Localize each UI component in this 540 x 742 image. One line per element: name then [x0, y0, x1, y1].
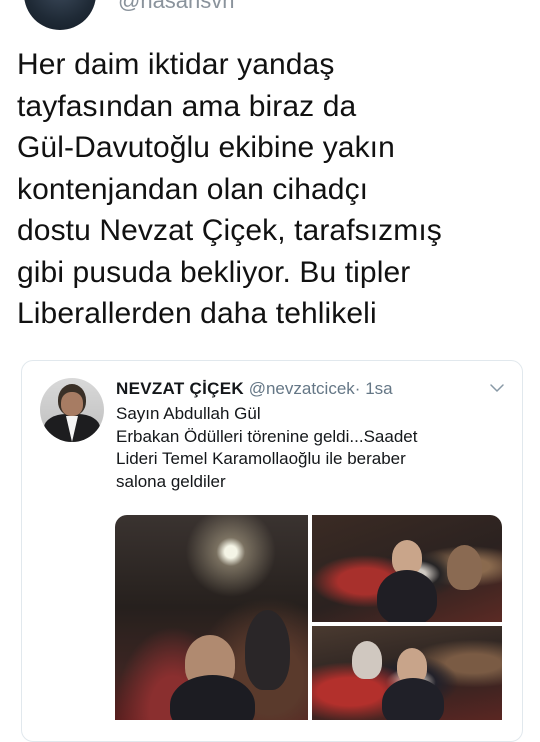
- quoted-author-avatar[interactable]: [40, 378, 104, 442]
- retweeter-avatar[interactable]: [24, 0, 96, 30]
- photo-person-body-shape: [170, 675, 255, 720]
- meta-separator: ·: [354, 379, 361, 398]
- photo-person-body-shape: [377, 570, 437, 622]
- quoted-photo-1[interactable]: [115, 515, 308, 720]
- quoted-author-name[interactable]: NEVZAT ÇİÇEK: [116, 379, 244, 398]
- chevron-down-icon[interactable]: [488, 379, 506, 397]
- photo-person-shape: [245, 610, 290, 690]
- quoted-author-handle[interactable]: @nevzatcicek: [249, 379, 355, 398]
- tweet-text: Her daim iktidar yandaş tayfasından ama …: [17, 48, 442, 330]
- photo-person-body-shape: [382, 678, 444, 720]
- retweeter-handle[interactable]: @hasansvh: [118, 0, 235, 14]
- quoted-tweet-header: NEVZAT ÇİÇEK @nevzatcicek· 1sa: [116, 379, 393, 399]
- quoted-tweet-time[interactable]: 1sa: [365, 379, 392, 398]
- avatar-face-shape: [61, 392, 83, 416]
- photo-person-shape: [352, 641, 382, 679]
- quoted-tweet-text: Sayın Abdullah Gül Erbakan Ödülleri töre…: [116, 404, 418, 491]
- quoted-photo-2[interactable]: [312, 515, 502, 622]
- quoted-photo-3[interactable]: [312, 626, 502, 720]
- photo-person-shape: [447, 545, 482, 590]
